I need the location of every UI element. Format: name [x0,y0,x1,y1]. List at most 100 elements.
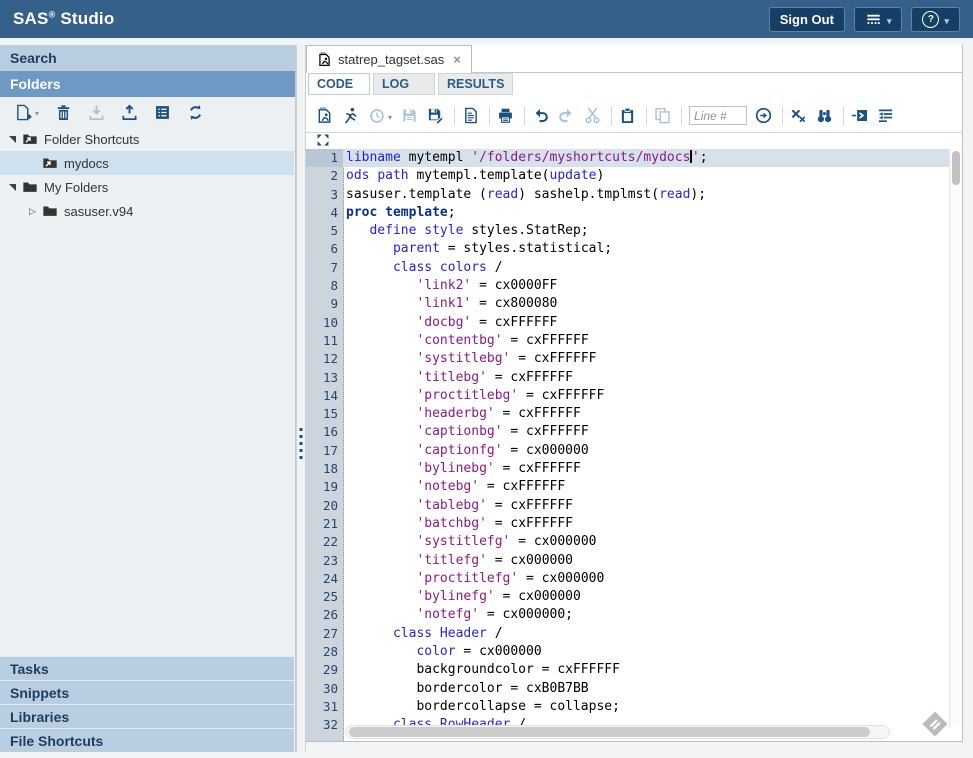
tree-item-sasuser-v94[interactable]: sasuser.v94 [0,199,294,223]
line-number: 22 [306,533,343,551]
line-number: 1 [306,149,343,167]
section-search-label: Search [10,50,57,66]
code-line-23[interactable]: 23 'titlefg' = cx000000 [306,552,962,570]
code-line-18[interactable]: 18 'bylinebg' = cxFFFFFF [306,460,962,478]
code-line-5[interactable]: 5 define style styles.StatRep; [306,222,962,240]
code-line-7[interactable]: 7 class colors / [306,259,962,277]
maximize-view-button[interactable] [316,133,330,147]
print-icon [497,107,514,124]
code-line-8[interactable]: 8 'link2' = cx0000FF [306,277,962,295]
code-line-12[interactable]: 12 'systitlebg' = cxFFFFFF [306,350,962,368]
code-line-19[interactable]: 19 'notebg' = cxFFFFFF [306,478,962,496]
undo-button[interactable] [532,107,549,124]
upload-button[interactable] [121,104,138,121]
document-button[interactable] [462,107,479,124]
code-line-29[interactable]: 29 backgroundcolor = cxFFFFFF [306,661,962,679]
code-line-17[interactable]: 17 'captionfg' = cx000000 [306,442,962,460]
vertical-scrollbar[interactable] [949,149,962,727]
line-number-input[interactable] [689,106,747,125]
clear-code-button[interactable] [790,107,807,124]
toolbar-separator [611,106,612,126]
code-line-13[interactable]: 13 'titlebg' = cxFFFFFF [306,369,962,387]
help-icon: ? [922,11,939,28]
tab-code[interactable]: CODE [308,73,370,95]
code-line-21[interactable]: 21 'batchbg' = cxFFFFFF [306,515,962,533]
new-item-button[interactable] [15,103,39,121]
line-number: 5 [306,222,343,240]
close-tab-icon[interactable]: × [453,52,461,67]
tree-item-folder-shortcuts[interactable]: Folder Shortcuts [0,127,294,151]
pane-splitter[interactable] [296,45,306,752]
code-line-6[interactable]: 6 parent = styles.statistical; [306,240,962,258]
tree-toggle-icon[interactable] [6,181,19,194]
line-number: 26 [306,606,343,624]
code-line-31[interactable]: 31 bordercollapse = collapse; [306,698,962,716]
indent-button[interactable] [851,107,868,124]
tree-item-my-folders[interactable]: My Folders [0,175,294,199]
code-line-25[interactable]: 25 'bylinefg' = cx000000 [306,588,962,606]
horizontal-scrollbar[interactable] [345,725,890,739]
line-number: 16 [306,423,343,441]
sidebar-section-snippets[interactable]: Snippets [0,680,294,704]
code-line-2[interactable]: 2ods path mytempl.template(update) [306,167,962,185]
tab-log[interactable]: LOG [373,73,435,95]
code-line-10[interactable]: 10 'docbg' = cxFFFFFF [306,314,962,332]
code-text: 'bylinebg' = cxFFFFFF [343,460,962,478]
code-line-27[interactable]: 27 class Header / [306,625,962,643]
program-button[interactable] [316,107,333,124]
code-line-20[interactable]: 20 'tablebg' = cxFFFFFF [306,497,962,515]
section-search[interactable]: Search [0,45,295,71]
section-folders[interactable]: Folders [0,71,295,97]
program-file-icon [317,52,332,67]
app-menu-button[interactable] [854,7,903,32]
code-line-15[interactable]: 15 'headerbg' = cxFFFFFF [306,405,962,423]
code-line-28[interactable]: 28 color = cx000000 [306,643,962,661]
code-line-1[interactable]: 1libname mytempl '/folders/myshortcuts/m… [306,149,962,167]
code-line-14[interactable]: 14 'proctitlebg' = cxFFFFFF [306,387,962,405]
code-line-4[interactable]: 4proc template; [306,204,962,222]
delete-button[interactable] [55,104,72,121]
code-line-30[interactable]: 30 bordercolor = cxB0B7BB [306,680,962,698]
document-tab[interactable]: statrep_tagset.sas × [306,45,472,73]
code-text: 'link2' = cx0000FF [343,277,962,295]
print-button[interactable] [497,107,514,124]
sign-out-button[interactable]: Sign Out [769,7,845,32]
tree-item-label: Folder Shortcuts [44,132,139,147]
code-editor[interactable]: 1libname mytempl '/folders/myshortcuts/m… [306,149,962,741]
sidebar-section-file-shortcuts[interactable]: File Shortcuts [0,728,294,752]
tree-toggle-icon[interactable] [26,205,39,218]
code-line-26[interactable]: 26 'notefg' = cx000000; [306,606,962,624]
tree-item-mydocs[interactable]: mydocs [0,151,294,175]
help-button[interactable]: ? [911,7,960,32]
code-line-16[interactable]: 16 'captionbg' = cxFFFFFF [306,423,962,441]
history-button [368,107,392,125]
code-line-24[interactable]: 24 'proctitlefg' = cx000000 [306,570,962,588]
goto-line-icon [755,107,772,124]
properties-button[interactable] [154,104,171,121]
tree-item-label: mydocs [64,156,109,171]
toolbar-separator [489,106,490,126]
code-line-3[interactable]: 3sasuser.template (read) sashelp.tmplmst… [306,186,962,204]
find-replace-button[interactable] [816,107,833,124]
paste-button[interactable] [619,107,636,124]
sidebar-section-libraries[interactable]: Libraries [0,704,294,728]
code-line-9[interactable]: 9 'link1' = cx800080 [306,295,962,313]
download-button [88,104,105,121]
edit-mode-badge-icon [920,709,950,739]
cut-button [584,107,601,124]
code-line-11[interactable]: 11 'contentbg' = cxFFFFFF [306,332,962,350]
folders-tree: Folder Shortcuts mydocs My Folderssasuser.… [0,127,294,655]
tab-results[interactable]: RESULTS [438,73,513,95]
goto-line-button[interactable] [755,107,772,124]
tree-toggle-icon[interactable] [6,133,19,146]
format-code-button[interactable] [877,107,894,124]
code-line-22[interactable]: 22 'systitlefg' = cx000000 [306,533,962,551]
download-icon [88,104,105,121]
sidebar-section-tasks[interactable]: Tasks [0,656,294,680]
save-as-button[interactable] [427,107,444,124]
line-number: 11 [306,332,343,350]
vertical-scrollbar-thumb[interactable] [952,151,960,185]
horizontal-scrollbar-thumb[interactable] [349,727,870,737]
run-button[interactable] [342,107,359,124]
refresh-button[interactable] [187,104,204,121]
